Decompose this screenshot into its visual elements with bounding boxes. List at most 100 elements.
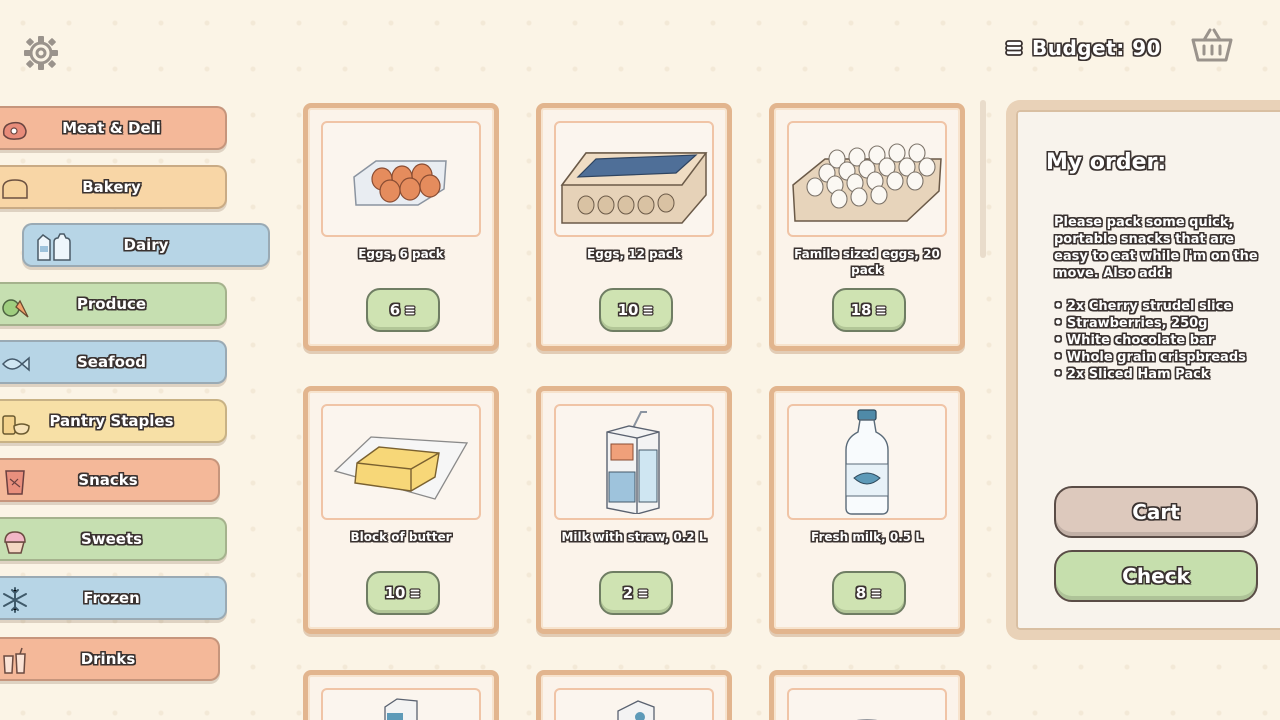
coin-stack-icon xyxy=(875,304,888,316)
product-card-eggs-6[interactable]: Eggs, 6 pack 6 xyxy=(303,103,499,351)
coin-stack-icon xyxy=(642,304,655,316)
egg-carton-12-icon xyxy=(560,152,708,224)
price-value: 10 xyxy=(617,301,639,319)
cart-button[interactable]: Cart xyxy=(1054,486,1258,538)
chips-icon xyxy=(5,470,25,495)
budget-label: Budget: 90 xyxy=(1032,36,1162,60)
product-card-fresh-milk[interactable]: Fresh milk, 0.5 L 8 xyxy=(769,386,965,634)
coin-stack-icon xyxy=(1005,40,1023,56)
category-drinks[interactable]: Drinks xyxy=(0,637,220,681)
butter-icon xyxy=(333,436,469,500)
product-scrollbar[interactable] xyxy=(980,100,986,258)
order-item: 2x Cherry strudel slice xyxy=(1054,298,1264,315)
milk-carton-icon xyxy=(384,698,418,720)
category-snacks[interactable]: Snacks xyxy=(0,458,220,502)
order-item: Strawberries, 250g xyxy=(1054,315,1264,332)
category-label: Pantry Staples xyxy=(49,412,174,430)
price-button[interactable]: 10 xyxy=(366,571,440,615)
category-dairy[interactable]: Dairy xyxy=(22,223,270,267)
order-item: 2x Sliced Ham Pack xyxy=(1054,366,1264,383)
fish-icon xyxy=(1,356,30,372)
container-lid-icon xyxy=(856,719,878,720)
price-value: 8 xyxy=(855,584,867,602)
price-value: 2 xyxy=(622,584,634,602)
budget-display: Budget: 90 xyxy=(1004,34,1161,62)
order-title: My order: xyxy=(1046,150,1167,175)
category-label: Drinks xyxy=(80,650,136,668)
product-name: Famile sized eggs, 20 pack xyxy=(794,247,940,277)
category-seafood[interactable]: Seafood xyxy=(0,340,227,384)
category-label: Seafood xyxy=(77,353,146,371)
category-label: Produce xyxy=(76,295,147,313)
price-value: 6 xyxy=(389,301,401,319)
price-button[interactable]: 8 xyxy=(832,571,906,615)
price-button[interactable]: 18 xyxy=(832,288,906,332)
product-image xyxy=(321,121,481,237)
product-image xyxy=(321,688,481,720)
category-sweets[interactable]: Sweets xyxy=(0,517,227,561)
bread-icon xyxy=(2,179,28,199)
pantry-icon xyxy=(2,415,30,435)
category-meat-deli[interactable]: Meat & Deli xyxy=(0,106,227,150)
meat-icon xyxy=(2,121,27,140)
snowflake-icon xyxy=(3,587,27,613)
category-bakery[interactable]: Bakery xyxy=(0,165,227,209)
product-name: Block of butter xyxy=(350,530,452,544)
category-label: Meat & Deli xyxy=(62,119,161,137)
check-button[interactable]: Check xyxy=(1054,550,1258,602)
coin-stack-icon xyxy=(870,587,882,599)
gear-icon[interactable] xyxy=(22,34,60,72)
egg-carton-6-icon xyxy=(353,160,447,206)
product-card-butter[interactable]: Block of butter 10 xyxy=(303,386,499,634)
product-image xyxy=(787,688,947,720)
product-name: Fresh milk, 0.5 L xyxy=(811,530,923,544)
price-value: 18 xyxy=(850,301,872,319)
check-button-label: Check xyxy=(1122,564,1190,588)
category-pantry-staples[interactable]: Pantry Staples xyxy=(0,399,227,443)
milk-icon xyxy=(37,233,71,261)
category-label: Frozen xyxy=(83,589,140,607)
product-image xyxy=(787,121,947,237)
order-description: Please pack some quick, portable snacks … xyxy=(1054,215,1258,281)
product-card-partial[interactable] xyxy=(303,670,499,720)
price-button[interactable]: 10 xyxy=(599,288,673,332)
category-label: Bakery xyxy=(82,178,141,196)
product-image xyxy=(554,121,714,237)
coin-stack-icon xyxy=(404,304,416,316)
cupcake-icon xyxy=(4,531,26,554)
category-produce[interactable]: Produce xyxy=(0,282,227,326)
price-button[interactable]: 2 xyxy=(599,571,673,615)
cart-button-label: Cart xyxy=(1132,500,1180,524)
product-image xyxy=(787,404,947,520)
product-name: Eggs, 12 pack xyxy=(587,247,681,261)
product-image xyxy=(554,688,714,720)
coin-stack-icon xyxy=(637,587,649,599)
category-label: Sweets xyxy=(80,530,143,548)
category-label: Dairy xyxy=(123,236,169,254)
product-card-eggs-12[interactable]: Eggs, 12 pack 10 xyxy=(536,103,732,351)
product-image xyxy=(321,404,481,520)
product-name: Eggs, 6 pack xyxy=(358,247,444,261)
product-card-partial[interactable] xyxy=(536,670,732,720)
category-label: Snacks xyxy=(78,471,138,489)
milk-carton-straw-icon xyxy=(606,411,660,514)
apple-carrot-icon xyxy=(2,299,29,318)
product-image xyxy=(554,404,714,520)
product-card-eggs-20[interactable]: Famile sized eggs, 20 pack 18 xyxy=(769,103,965,351)
coin-stack-icon xyxy=(409,587,422,599)
order-items: 2x Cherry strudel slice Strawberries, 25… xyxy=(1054,298,1264,383)
category-frozen[interactable]: Frozen xyxy=(0,576,227,620)
order-item: White chocolate bar xyxy=(1054,332,1264,349)
price-value: 10 xyxy=(384,584,406,602)
milk-bottle-icon xyxy=(845,409,889,515)
product-card-milk-straw[interactable]: Milk with straw, 0.2 L 2 xyxy=(536,386,732,634)
basket-icon[interactable] xyxy=(1190,26,1234,66)
order-item: Whole grain crispbreads xyxy=(1054,349,1264,366)
drinks-icon xyxy=(3,647,26,674)
product-card-partial[interactable] xyxy=(769,670,965,720)
milk-carton-icon xyxy=(617,700,655,720)
product-name: Milk with straw, 0.2 L xyxy=(561,530,707,544)
order-panel: My order: Please pack some quick, portab… xyxy=(1006,100,1280,640)
price-button[interactable]: 6 xyxy=(366,288,440,332)
egg-tray-icon xyxy=(792,143,942,222)
